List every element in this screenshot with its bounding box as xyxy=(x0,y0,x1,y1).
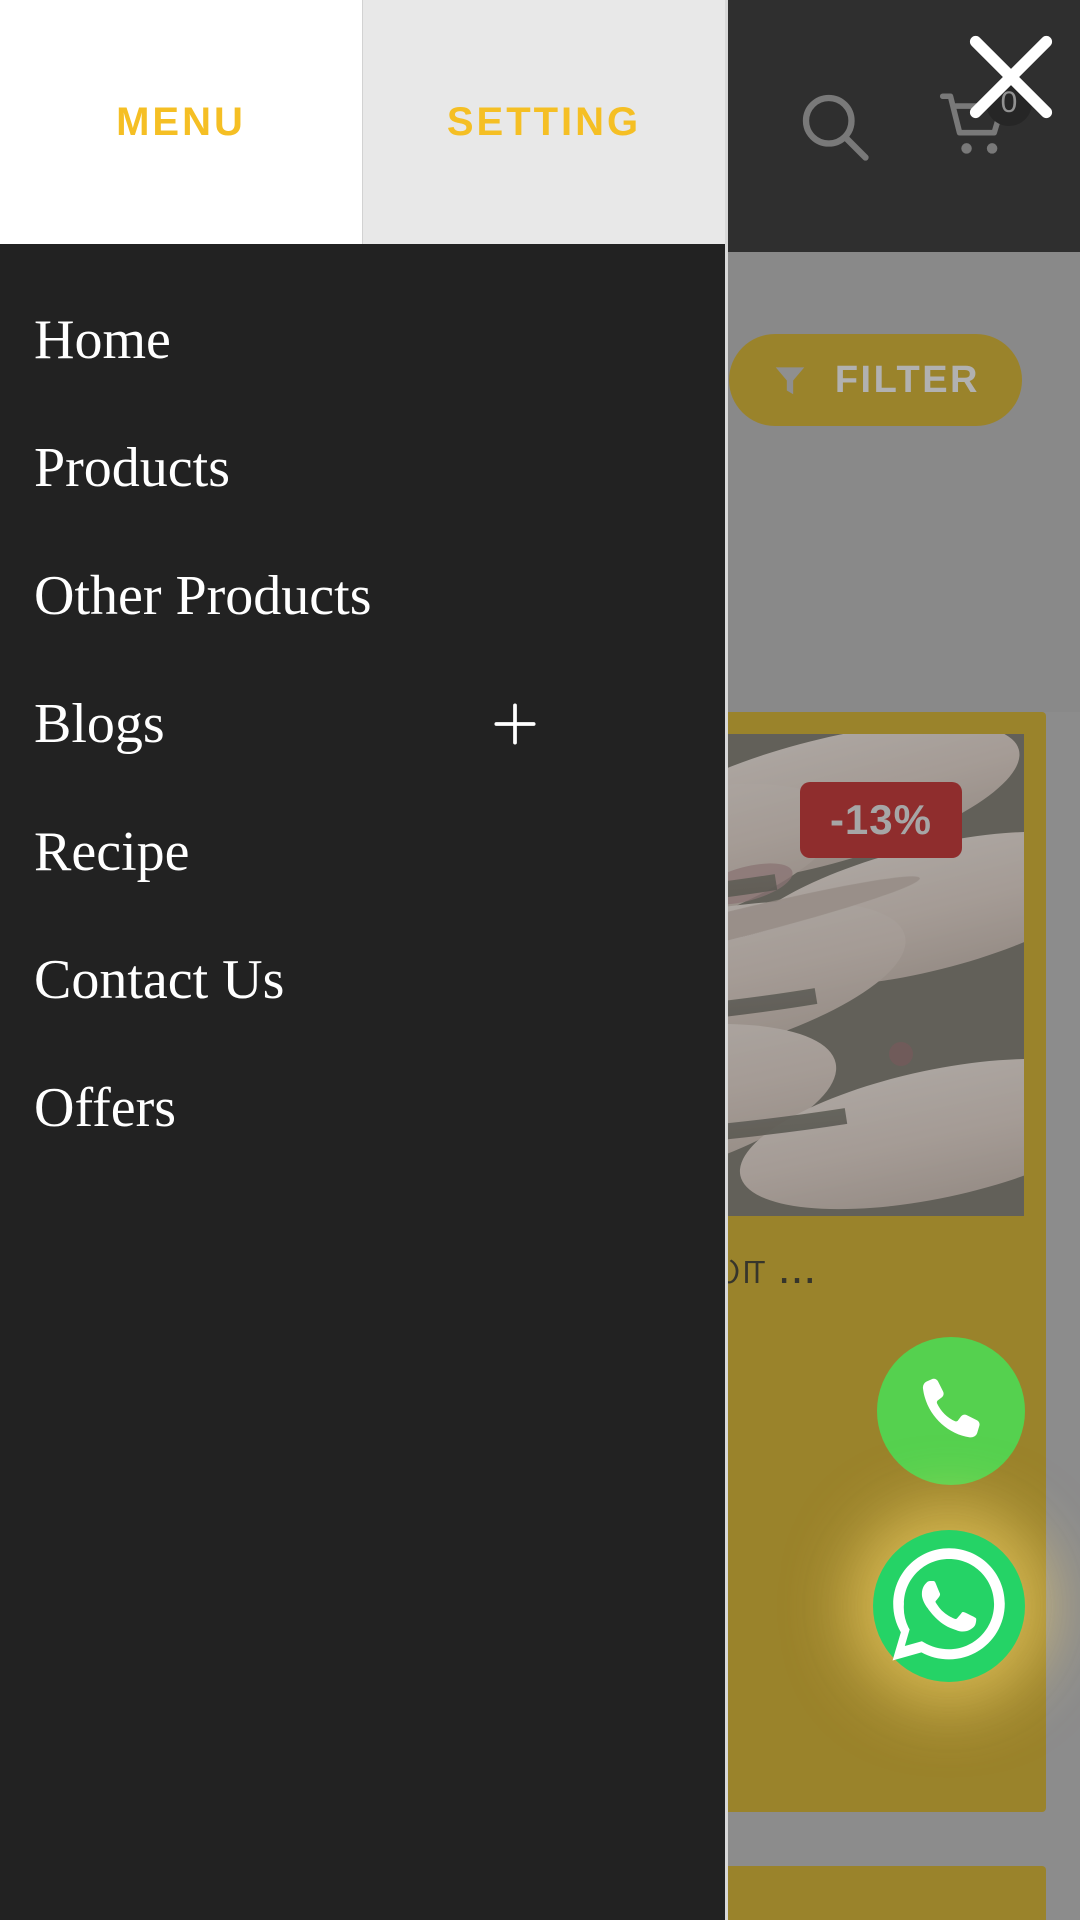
filter-label: FILTER xyxy=(834,358,980,401)
filter-button[interactable]: FILTER xyxy=(728,334,1022,426)
search-icon[interactable] xyxy=(792,84,876,168)
call-fab[interactable] xyxy=(877,1337,1025,1485)
sidebar-item-label: Other Products xyxy=(34,565,372,627)
sidebar-item-products[interactable]: Products xyxy=(0,404,725,532)
discount-badge: -13% xyxy=(799,782,962,858)
sidebar-item-offers[interactable]: Offers xyxy=(0,1044,725,1172)
funnel-icon xyxy=(771,361,809,399)
sidebar-item-label: Products xyxy=(34,437,230,499)
whatsapp-icon xyxy=(879,1534,1019,1679)
sidebar-item-home[interactable]: Home xyxy=(0,276,725,404)
whatsapp-fab[interactable] xyxy=(873,1530,1025,1682)
sidebar-item-label: Home xyxy=(34,309,171,371)
drawer-menu-list: Home Products Other Products Blogs Recip… xyxy=(0,244,725,1172)
navigation-drawer: MENU SETTING Home Products Other Product… xyxy=(0,0,728,1920)
sidebar-item-label: Recipe xyxy=(34,821,190,883)
sidebar-item-blogs[interactable]: Blogs xyxy=(0,660,725,788)
tab-menu[interactable]: MENU xyxy=(0,0,362,244)
close-x-icon xyxy=(958,24,1064,130)
close-drawer-button[interactable] xyxy=(958,24,1064,130)
plus-icon[interactable] xyxy=(487,696,543,752)
phone-icon xyxy=(910,1368,992,1455)
sidebar-item-contact-us[interactable]: Contact Us xyxy=(0,916,725,1044)
sidebar-item-recipe[interactable]: Recipe xyxy=(0,788,725,916)
sidebar-item-label: Blogs xyxy=(34,693,165,755)
sidebar-item-other-products[interactable]: Other Products xyxy=(0,532,725,660)
drawer-tab-bar: MENU SETTING xyxy=(0,0,725,244)
sidebar-item-label: Offers xyxy=(34,1077,177,1139)
app-screen: 0 FILTER -13% ... MENU SETTING Home Prod… xyxy=(0,0,1080,1920)
tab-setting[interactable]: SETTING xyxy=(362,0,725,244)
sidebar-item-label: Contact Us xyxy=(34,949,285,1011)
